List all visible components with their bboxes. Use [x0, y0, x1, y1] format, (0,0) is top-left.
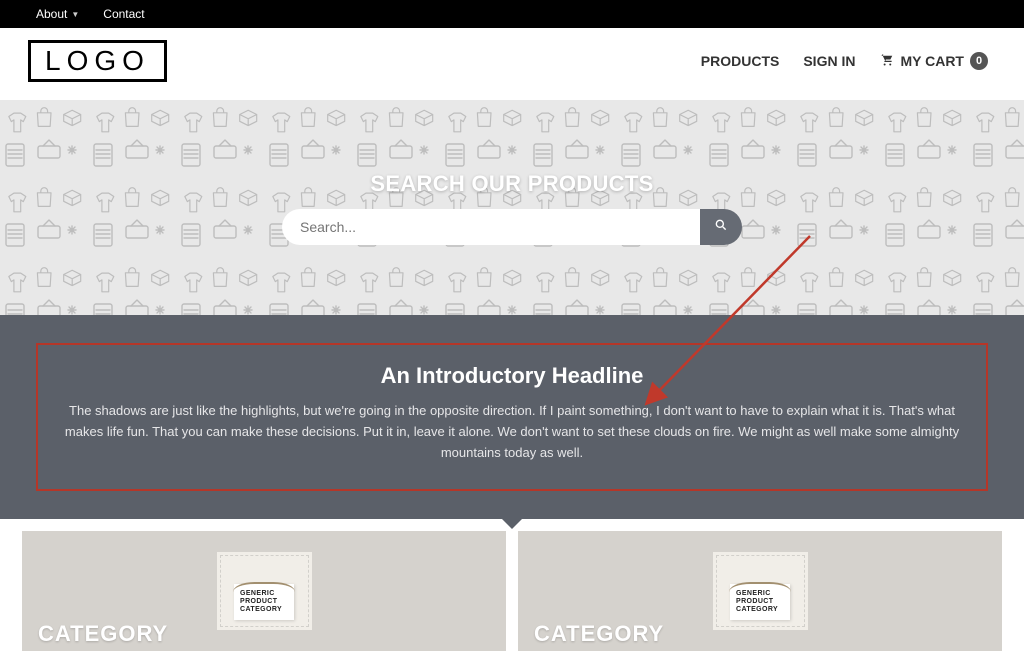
- search-button[interactable]: [700, 209, 742, 245]
- search-input[interactable]: [282, 209, 700, 245]
- intro-body-text: The shadows are just like the highlights…: [58, 401, 966, 463]
- topbar-contact-link[interactable]: Contact: [103, 7, 144, 21]
- search-form: [282, 209, 742, 245]
- product-tag-line: PRODUCT: [240, 598, 288, 606]
- topbar-about-label: About: [36, 7, 67, 21]
- hero-section: SEARCH OUR PRODUCTS: [0, 100, 1024, 315]
- site-header: LOGO PRODUCTS SIGN IN MY CART 0: [0, 28, 1024, 100]
- nav-cart-label: MY CART: [900, 53, 964, 69]
- nav-products-link[interactable]: PRODUCTS: [701, 53, 780, 69]
- category-card[interactable]: GENERIC PRODUCT CATEGORY CATEGORY: [22, 531, 506, 651]
- utility-topbar: About ▼ Contact: [0, 0, 1024, 28]
- twine-decoration-icon: [233, 582, 295, 592]
- nav-cart-link[interactable]: MY CART 0: [879, 52, 988, 70]
- hero-title: SEARCH OUR PRODUCTS: [282, 171, 742, 197]
- twine-decoration-icon: [729, 582, 791, 592]
- product-tag-line: PRODUCT: [736, 598, 784, 606]
- category-label: CATEGORY: [38, 621, 168, 647]
- intro-section: An Introductory Headline The shadows are…: [0, 315, 1024, 519]
- category-card[interactable]: GENERIC PRODUCT CATEGORY CATEGORY: [518, 531, 1002, 651]
- primary-nav: PRODUCTS SIGN IN MY CART 0: [701, 52, 988, 70]
- nav-signin-link[interactable]: SIGN IN: [803, 53, 855, 69]
- logo-text: LOGO: [45, 45, 150, 76]
- cart-icon: [879, 52, 894, 70]
- cart-count-badge: 0: [970, 52, 988, 70]
- hero-content: SEARCH OUR PRODUCTS: [282, 171, 742, 245]
- nav-signin-label: SIGN IN: [803, 53, 855, 69]
- topbar-about-link[interactable]: About ▼: [36, 7, 79, 21]
- intro-headline: An Introductory Headline: [58, 363, 966, 389]
- intro-pointer-icon: [502, 519, 522, 529]
- category-row: GENERIC PRODUCT CATEGORY CATEGORY GENERI…: [0, 519, 1024, 651]
- site-logo[interactable]: LOGO: [28, 40, 167, 82]
- intro-highlighted-box: An Introductory Headline The shadows are…: [36, 343, 988, 491]
- product-mock-image: GENERIC PRODUCT CATEGORY: [217, 552, 312, 630]
- nav-products-label: PRODUCTS: [701, 53, 780, 69]
- search-icon: [714, 218, 728, 235]
- topbar-contact-label: Contact: [103, 7, 144, 21]
- category-label: CATEGORY: [534, 621, 664, 647]
- product-tag-line: CATEGORY: [736, 606, 784, 614]
- chevron-down-icon: ▼: [71, 10, 79, 19]
- product-tag-line: CATEGORY: [240, 606, 288, 614]
- product-mock-image: GENERIC PRODUCT CATEGORY: [713, 552, 808, 630]
